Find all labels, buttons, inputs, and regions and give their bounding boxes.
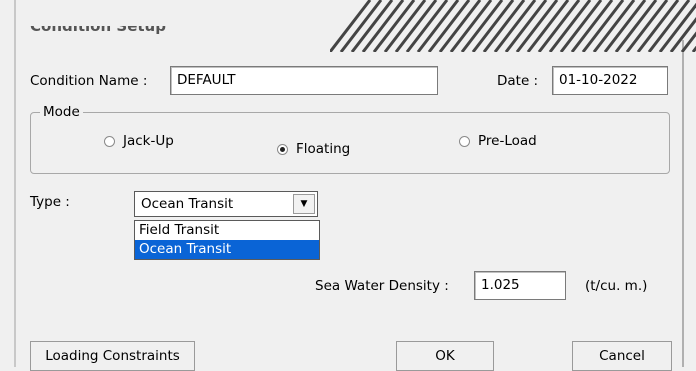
window-right-border: [682, 40, 684, 367]
type-dropdown-list: Field Transit Ocean Transit: [134, 220, 320, 260]
mode-option-jack-up[interactable]: Jack-Up: [104, 133, 174, 149]
date-input[interactable]: 01-10-2022: [552, 66, 668, 95]
jack-up-radio[interactable]: [104, 135, 115, 147]
type-selected-value: Ocean Transit: [141, 196, 234, 212]
mode-legend: Mode: [40, 104, 83, 120]
window-title: Condition Setup: [30, 17, 166, 35]
type-option-field-transit[interactable]: Field Transit: [135, 221, 319, 240]
condition-name-input[interactable]: DEFAULT: [170, 66, 438, 95]
chevron-down-icon[interactable]: ▼: [293, 194, 315, 214]
sea-water-density-label: Sea Water Density :: [315, 278, 449, 294]
sea-water-density-input[interactable]: 1.025: [474, 271, 566, 300]
type-select[interactable]: Ocean Transit ▼: [134, 191, 318, 217]
mode-option-floating[interactable]: Floating: [277, 141, 350, 157]
condition-name-label: Condition Name :: [30, 73, 148, 89]
floating-radio[interactable]: [277, 143, 288, 155]
jack-up-label: Jack-Up: [123, 133, 174, 149]
mode-option-pre-load[interactable]: Pre-Load: [459, 133, 537, 149]
density-unit-label: (t/cu. m.): [585, 278, 648, 294]
floating-label: Floating: [296, 141, 351, 157]
pre-load-label: Pre-Load: [478, 133, 537, 149]
window-left-border: [14, 0, 16, 367]
type-option-ocean-transit[interactable]: Ocean Transit: [135, 240, 319, 259]
date-label: Date :: [497, 73, 539, 89]
pre-load-radio[interactable]: [459, 135, 470, 147]
type-label: Type :: [30, 194, 70, 210]
hatch-decoration: [330, 0, 696, 52]
